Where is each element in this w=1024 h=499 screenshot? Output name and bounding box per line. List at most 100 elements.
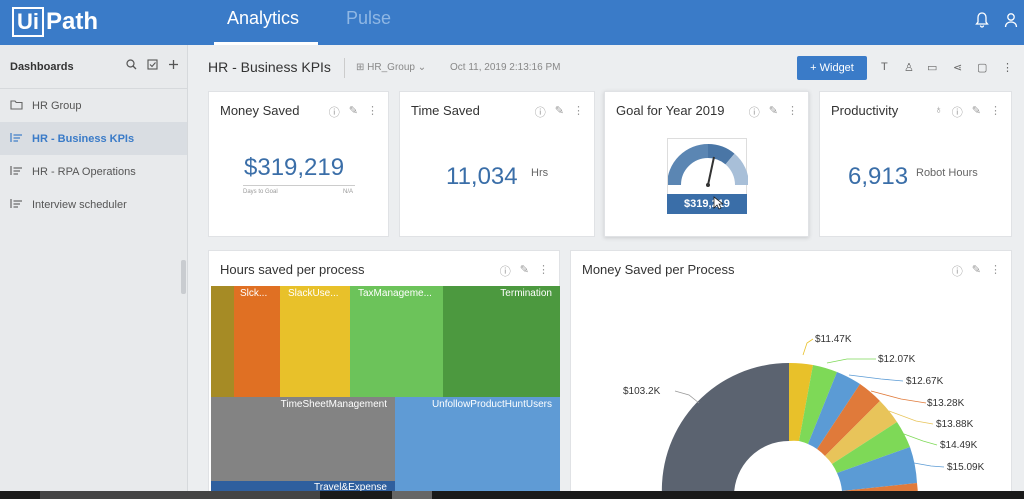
card-title: Productivity [831,103,899,118]
edit-icon[interactable]: ✎ [349,104,358,120]
sidebar-item-label: HR - RPA Operations [32,165,136,178]
dashboards-sidebar: Dashboards HR Group HR - Business KPIs H [0,45,188,499]
dashboard-header: HR - Business KPIs ⊞ HR_Group ⌄ Oct 11, … [200,52,1024,84]
productivity-unit: Robot Hours [916,167,978,179]
text-format-icon[interactable]: T [881,61,888,73]
sidebar-item-hr-group[interactable]: HR Group [0,89,187,122]
donut-label: $13.28K [927,398,965,409]
donut-slice[interactable] [661,362,789,496]
sidebar-item-interview-scheduler[interactable]: Interview scheduler [0,188,187,221]
tab-analytics[interactable]: Analytics [227,8,299,29]
treemap-label: UnfollowProductHuntUsers [431,399,552,410]
more-options-icon[interactable]: ⋮ [1002,61,1013,74]
share-icon[interactable]: ⋖ [953,61,962,74]
time-saved-value: 11,034 [446,163,518,190]
mouse-cursor [713,196,725,215]
ribbon-icon[interactable]: ▭ [927,61,937,74]
days-to-goal-label: Days to Goal [243,189,278,195]
treemap-cell-taxmanagement[interactable]: TaxManageme... [350,286,443,397]
treemap-cell-termination[interactable]: Termination [443,286,560,397]
time-saved-card: Time Saved ⓘ ✎ ⋮ 11,034 Hrs [399,91,595,237]
progress-line [243,185,355,186]
card-actions: ⓘ ✎ ⋮ [749,104,798,120]
bell-icon[interactable] [973,12,991,30]
active-tab-indicator [214,42,318,45]
add-icon[interactable] [168,59,179,73]
treemap-label: Slck... [240,288,268,299]
donut-label: $12.67K [906,376,944,387]
dashboard-icon [10,198,26,212]
productivity-value: 6,913 [848,163,909,190]
top-navigation-bar: Ui Path Analytics Pulse [0,0,1024,45]
folder-icon [10,99,26,113]
card-title: Hours saved per process [220,262,365,277]
info-icon[interactable]: ⓘ [952,104,963,120]
tab-pulse[interactable]: Pulse [346,8,391,29]
info-icon[interactable]: ⓘ [500,263,511,279]
checklist-icon[interactable] [147,59,158,73]
taskbar-item[interactable] [392,491,432,499]
treemap-cell-slck[interactable]: Slck... [234,286,280,397]
more-options-icon[interactable]: ⋮ [367,104,378,120]
treemap-cell-slackuse[interactable]: SlackUse... [280,286,350,397]
goal-value: $319,219 [667,194,747,214]
time-saved-unit: Hrs [531,167,549,179]
treemap-cell-timesheetmanagement[interactable]: TimeSheetManagement [211,397,395,481]
more-options-icon[interactable]: ⋮ [573,104,584,120]
productivity-card: Productivity ♁ ⓘ ✎ ⋮ 6,913 Robot Hours [819,91,1012,237]
days-to-goal-value: N/A [343,189,354,195]
sidebar-item-hr-business-kpis[interactable]: HR - Business KPIs [0,122,187,155]
search-icon[interactable] [126,59,137,73]
edit-icon[interactable]: ✎ [520,263,529,279]
card-title: Money Saved [220,103,300,118]
goal-card: Goal for Year 2019 ⓘ ✎ ⋮ $319,219 [604,91,809,237]
treemap-label: TaxManageme... [358,288,432,299]
group-icon: ⊞ [356,62,368,73]
sidebar-item-label: HR Group [32,99,82,112]
donut-label: $14.49K [940,440,978,451]
taskbar-item[interactable] [40,491,320,499]
card-actions: ⓘ ✎ ⋮ [535,104,584,120]
treemap-label: SlackUse... [288,288,339,299]
money-saved-card: Money Saved ⓘ ✎ ⋮ $319,219 Days to Goal … [208,91,389,237]
money-saved-per-process-card: Money Saved per Process ⓘ ✎ ⋮ $103.2K $1… [570,250,1012,496]
info-icon[interactable]: ⓘ [535,104,546,120]
chevron-down-icon: ⌄ [414,62,427,73]
sidebar-item-label: HR - Business KPIs [32,132,135,145]
donut-label: $11.47K [815,334,852,345]
lightbulb-icon[interactable]: ♁ [935,104,943,120]
info-icon[interactable]: ⓘ [749,104,760,120]
sidebar-item-label: Interview scheduler [32,198,127,211]
user-icon[interactable] [1002,12,1020,30]
donut-label: $103.2K [623,386,661,397]
donut-label: $13.88K [936,419,974,430]
money-saved-value: $319,219 [244,154,345,181]
treemap-cell-unfollowproducthuntusers[interactable]: UnfollowProductHuntUsers [395,397,560,495]
monitor-icon[interactable]: ▢ [977,61,987,74]
more-options-icon[interactable]: ⋮ [538,263,549,279]
sidebar-item-hr-rpa-operations[interactable]: HR - RPA Operations [0,155,187,188]
paint-icon[interactable]: ♙ [904,61,914,74]
donut-chart [661,338,945,496]
more-options-icon[interactable]: ⋮ [990,104,1001,120]
uipath-logo[interactable]: Ui Path [12,7,98,37]
add-widget-button[interactable]: + Widget [797,56,867,80]
logo-text: Path [46,8,99,35]
sidebar-resize-handle[interactable] [181,260,186,294]
more-options-icon[interactable]: ⋮ [787,104,798,120]
card-actions: ♁ ⓘ ✎ ⋮ [935,104,1001,120]
card-actions: ⓘ ✎ ⋮ [500,263,549,279]
edit-icon[interactable]: ✎ [972,104,981,120]
card-title: Time Saved [411,103,480,118]
card-title: Goal for Year 2019 [616,103,725,118]
last-updated-date: Oct 11, 2019 2:13:16 PM [450,62,561,73]
card-actions: ⓘ ✎ ⋮ [329,104,378,120]
treemap-cell[interactable] [211,286,234,397]
sidebar-header: Dashboards [0,45,187,89]
group-selector[interactable]: ⊞ HR_Group ⌄ [356,62,426,73]
edit-icon[interactable]: ✎ [555,104,564,120]
info-icon[interactable]: ⓘ [329,104,340,120]
dashboard-icon [10,132,26,146]
edit-icon[interactable]: ✎ [769,104,778,120]
gauge-chart [667,143,750,187]
